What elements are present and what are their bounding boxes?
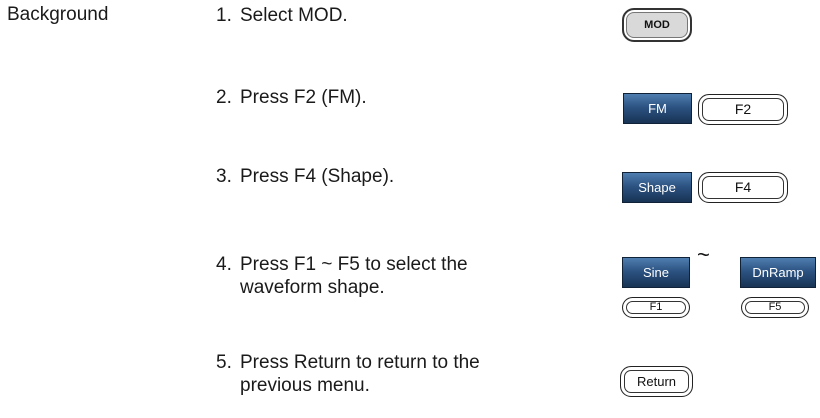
tilde-separator: ~ bbox=[697, 242, 710, 267]
step-text-continued: previous menu. bbox=[240, 375, 370, 396]
step-number: 2. bbox=[216, 87, 232, 108]
f4-button[interactable]: F4 bbox=[698, 172, 788, 203]
step-number: 1. bbox=[216, 5, 232, 26]
f2-button[interactable]: F2 bbox=[698, 94, 788, 125]
step-text: Press F1 ~ F5 to select the bbox=[240, 254, 468, 275]
section-label: Background bbox=[7, 4, 109, 25]
step-number: 3. bbox=[216, 166, 232, 187]
step-text: Press F2 (FM). bbox=[240, 87, 367, 108]
step-number: 4. bbox=[216, 254, 232, 275]
step-1: 1. Select MOD. bbox=[216, 4, 348, 27]
f5-button[interactable]: F5 bbox=[741, 297, 809, 318]
step-3: 3. Press F4 (Shape). bbox=[216, 165, 394, 188]
shape-softkey[interactable]: Shape bbox=[622, 172, 692, 203]
step-text: Press F4 (Shape). bbox=[240, 166, 395, 187]
dnramp-softkey[interactable]: DnRamp bbox=[740, 257, 816, 288]
return-button[interactable]: Return bbox=[620, 366, 693, 397]
step-4: 4. Press F1 ~ F5 to select the waveform s… bbox=[216, 253, 468, 299]
step-text: Select MOD. bbox=[240, 5, 348, 26]
fm-softkey[interactable]: FM bbox=[623, 93, 692, 124]
step-2: 2. Press F2 (FM). bbox=[216, 86, 367, 109]
mod-button[interactable]: MOD bbox=[622, 8, 692, 42]
step-text-continued: waveform shape. bbox=[240, 277, 385, 298]
step-number: 5. bbox=[216, 352, 232, 373]
sine-softkey[interactable]: Sine bbox=[622, 257, 690, 288]
step-text: Press Return to return to the bbox=[240, 352, 480, 373]
step-5: 5. Press Return to return to the previous… bbox=[216, 351, 480, 397]
f1-button[interactable]: F1 bbox=[622, 297, 690, 318]
